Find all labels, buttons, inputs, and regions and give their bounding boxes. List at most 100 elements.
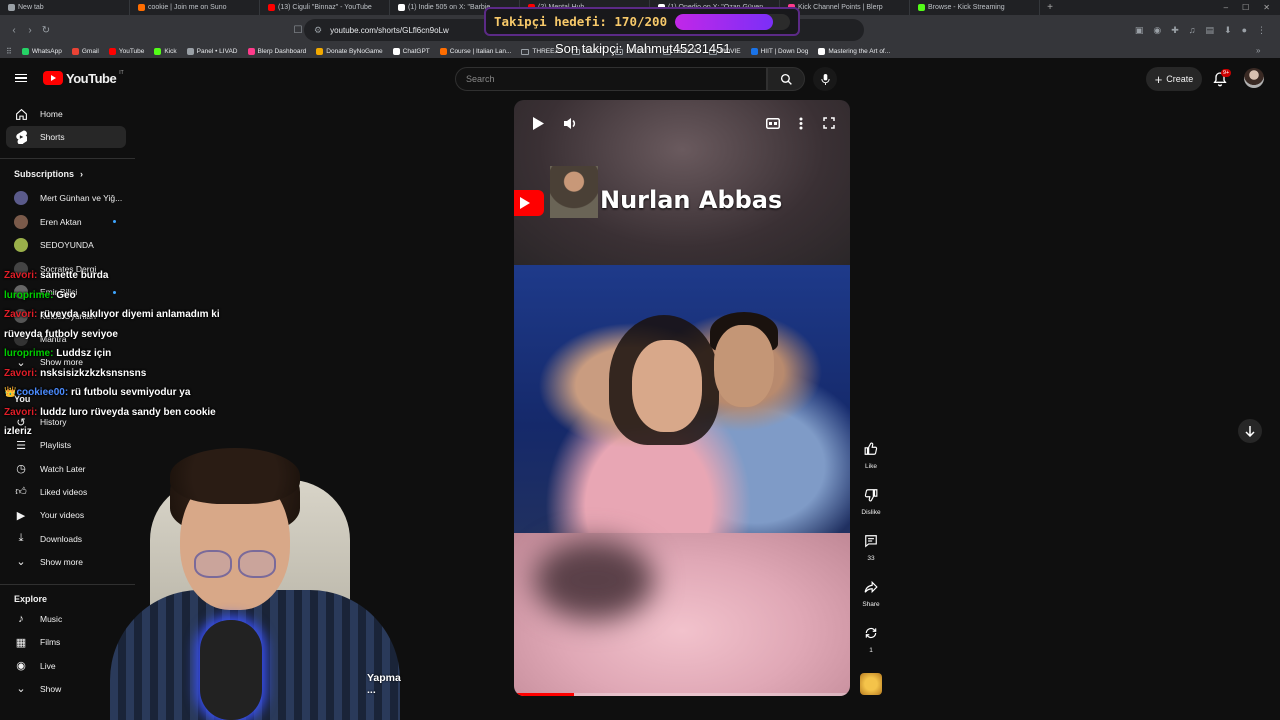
notification-badge: 9+	[1221, 69, 1232, 77]
sidebar-item-label: Playlists	[40, 440, 72, 451]
sidebar-subscription[interactable]: SEDOYUNDA	[6, 234, 126, 256]
like-icon	[860, 438, 882, 460]
youtube-logo[interactable]: YouTube IT	[43, 70, 124, 86]
menu-dots-icon[interactable]: ⋮	[1257, 25, 1266, 36]
sidebar-item-live[interactable]: ◉ Live	[6, 655, 126, 677]
sidebar-item-watch-later[interactable]: ◷ Watch Later	[6, 458, 126, 480]
sidebar-item-show-more[interactable]: ⌄ Show more	[6, 551, 126, 573]
more-options-button[interactable]	[787, 114, 815, 132]
extension-icon[interactable]: ▣	[1135, 25, 1144, 36]
close-icon[interactable]: ✕	[1263, 3, 1270, 12]
site-info-icon[interactable]: ⚙	[314, 25, 322, 36]
dislike-icon	[860, 484, 882, 506]
tab-title: Browse - Kick Streaming	[928, 4, 1005, 11]
search-placeholder: Search	[466, 74, 495, 84]
sidebar-item-your-videos[interactable]: ▶ Your videos	[6, 504, 126, 526]
sidebar-item-shorts[interactable]: Shorts	[6, 126, 126, 148]
browser-tab[interactable]: cookie | Join me on Suno	[130, 0, 260, 15]
menu-icon[interactable]	[15, 73, 27, 83]
sidebar-item-music[interactable]: ♪ Music	[6, 608, 126, 630]
films-icon: ▦	[15, 636, 27, 649]
remix-action[interactable]: 1	[856, 622, 886, 654]
apps-icon[interactable]: ⠿	[6, 47, 12, 56]
window-controls: – ☐ ✕	[1224, 3, 1280, 12]
captions-button[interactable]	[759, 114, 787, 132]
bookmark-favicon	[186, 48, 194, 55]
bookmark-favicon	[154, 48, 162, 55]
bookmark-label: Mastering the Art of...	[828, 48, 891, 55]
like-action[interactable]: Like	[856, 438, 886, 470]
sidebar-item-liked-videos[interactable]: 👍︎ Liked videos	[6, 481, 126, 503]
bookmark-item[interactable]: Course | Italian Lan...	[439, 48, 511, 55]
profile-icon[interactable]: ●	[1242, 25, 1247, 36]
explore-title: Explore	[14, 594, 48, 604]
sidebar-item-home[interactable]: Home	[6, 103, 126, 125]
create-label: Create	[1166, 74, 1194, 84]
account-avatar[interactable]	[1244, 68, 1264, 88]
bookmark-item[interactable]: Mastering the Art of...	[818, 48, 890, 55]
browser-tab[interactable]: Browse - Kick Streaming	[910, 0, 1040, 15]
live-icon: ◉	[16, 660, 26, 673]
volume-button[interactable]	[556, 114, 584, 132]
search-input[interactable]: Search	[455, 67, 767, 91]
sound-thumbnail[interactable]	[860, 673, 882, 695]
create-button[interactable]: + Create	[1146, 67, 1202, 91]
puzzle-icon[interactable]: ✚	[1171, 25, 1179, 36]
new-tab-button[interactable]: +	[1040, 2, 1060, 13]
fullscreen-button[interactable]	[815, 114, 843, 132]
browser-tab[interactable]: (13) Ciguli "Binnaz" - YouTube	[260, 0, 390, 15]
sidepanel-icon[interactable]: ▤	[1206, 25, 1215, 36]
bookmarks-overflow-icon[interactable]: »	[1256, 46, 1260, 55]
sidebar-item-label: Shorts	[40, 132, 65, 142]
reload-icon[interactable]: ↻	[38, 25, 54, 36]
arrow-down-icon	[1245, 426, 1255, 437]
bookmark-item[interactable]: Blerp Dashboard	[247, 48, 306, 55]
forward-icon[interactable]: ›	[22, 25, 38, 36]
comments-count: 33	[867, 555, 875, 562]
bookmark-item[interactable]: YouTube	[108, 48, 144, 55]
next-short-button[interactable]	[1238, 419, 1262, 443]
shorts-video-player[interactable]: Nurlan Abbas	[514, 100, 850, 696]
tab-favicon	[918, 4, 925, 11]
sidebar-subscription[interactable]: Eren Aktan	[6, 211, 126, 233]
sidebar-item-label: Watch Later	[40, 463, 86, 474]
bookmark-item[interactable]: Donate ByNoGame	[316, 48, 383, 55]
tab-title: cookie | Join me on Suno	[148, 4, 227, 11]
browser-tab[interactable]: New tab	[0, 0, 130, 15]
bookmark-item[interactable]: Panel • LIVAD	[186, 48, 238, 55]
minimize-icon[interactable]: –	[1224, 3, 1228, 12]
extension-icon[interactable]: ◉	[1153, 25, 1161, 36]
comments-action[interactable]: 33	[856, 530, 886, 562]
video-progress-bar[interactable]	[514, 693, 850, 696]
search-button[interactable]	[767, 67, 805, 91]
bookmark-item[interactable]: HIIT | Down Dog	[750, 48, 809, 55]
media-icon[interactable]: ♫	[1189, 25, 1196, 36]
bookmark-item[interactable]: Gmail	[71, 48, 99, 55]
sidebar-item-downloads[interactable]: ⤓ Downloads	[6, 528, 126, 550]
bookmark-star-icon[interactable]: ☐	[290, 25, 306, 36]
back-icon[interactable]: ‹	[6, 25, 22, 36]
dislike-action[interactable]: Dislike	[856, 484, 886, 516]
subscription-label: Eren Aktan	[40, 216, 82, 227]
bookmark-item[interactable]: Kick	[154, 48, 177, 55]
bookmark-label: HIIT | Down Dog	[760, 48, 809, 55]
subscriptions-heading[interactable]: Subscriptions ›	[14, 169, 83, 179]
bookmark-item[interactable]: WhatsApp	[21, 48, 62, 55]
bookmark-favicon	[392, 48, 400, 55]
tab-favicon	[8, 4, 15, 11]
play-button[interactable]	[524, 114, 552, 132]
video-blur	[534, 540, 654, 620]
maximize-icon[interactable]: ☐	[1242, 3, 1249, 12]
channel-avatar	[14, 214, 28, 229]
sidebar-item-films[interactable]: ▦ Films	[6, 631, 126, 653]
bookmark-label: Gmail	[81, 48, 99, 55]
download-icon[interactable]: ⬇	[1224, 25, 1232, 36]
chat-message: 👑cookiee00: rü futbolu sevmiyodur ya	[4, 383, 244, 403]
share-action[interactable]: Share	[856, 576, 886, 608]
sidebar-item-label: Live	[40, 660, 56, 671]
bookmark-item[interactable]: ChatGPT	[392, 48, 430, 55]
follower-goal-fill	[675, 13, 773, 30]
voice-search-button[interactable]	[813, 67, 837, 91]
sidebar-item-show[interactable]: ⌄ Show	[6, 678, 126, 700]
sidebar-subscription[interactable]: Mert Günhan ve Yiğ...	[6, 187, 126, 209]
